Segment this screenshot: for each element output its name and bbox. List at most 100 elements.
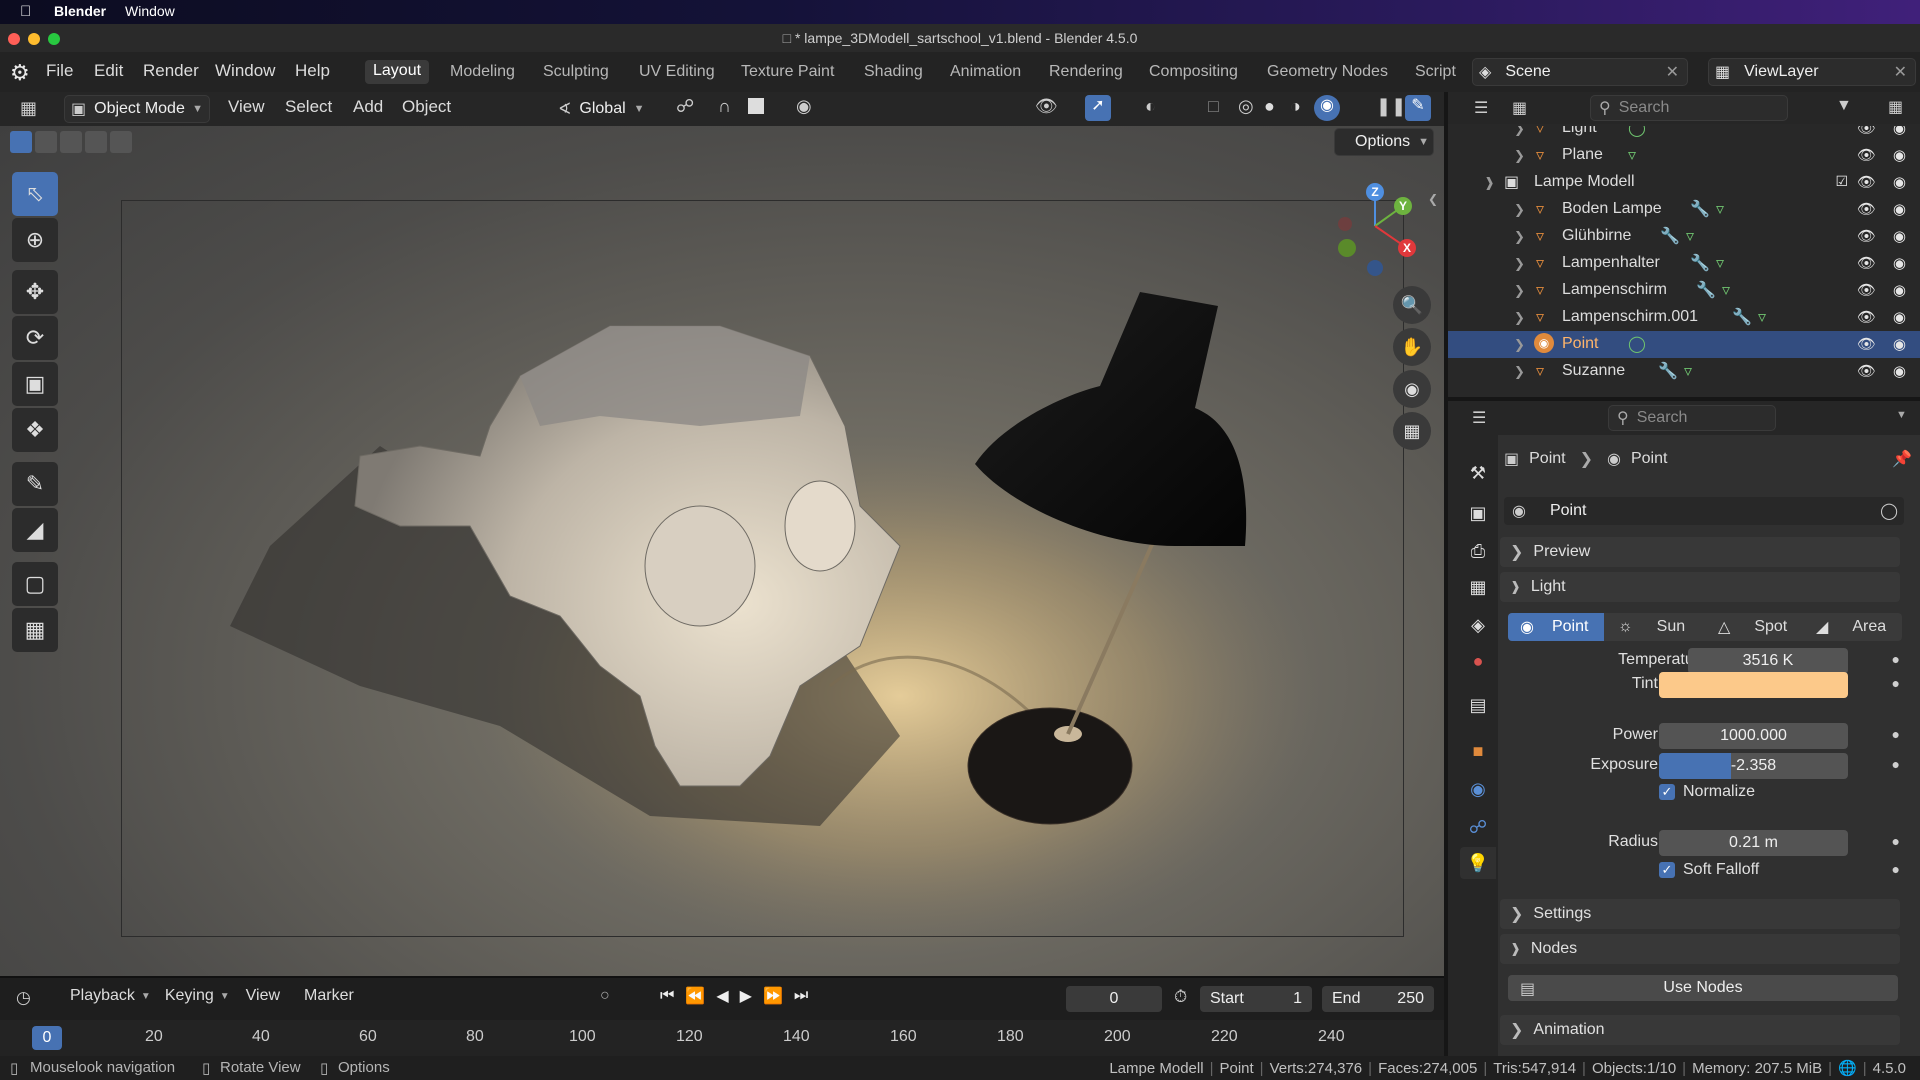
soft-falloff-checkbox[interactable]: ✓ Soft Falloff <box>1659 861 1759 879</box>
expand-arrow-icon[interactable]: ❯ <box>1514 310 1525 326</box>
transform-orientation-dropdown[interactable]: ∢ Global ▼ <box>558 96 645 122</box>
current-frame-field[interactable]: 0 <box>1066 986 1162 1012</box>
tab-texture-paint[interactable]: Texture Paint <box>741 63 834 81</box>
light-datablock-selector[interactable]: ◉ Point ◯ <box>1504 497 1904 525</box>
pause-render-icon[interactable]: ❚❚ <box>1376 96 1406 117</box>
outliner-row-gluehbirne[interactable]: ❯ ▿ Glühbirne 🔧 ▿ 👁 ◉ <box>1448 223 1920 250</box>
tab-sculpting[interactable]: Sculpting <box>543 63 609 81</box>
expand-arrow-icon[interactable]: ❯ <box>1514 256 1525 272</box>
tab-rendering[interactable]: Rendering <box>1049 63 1123 81</box>
collection-tab-icon[interactable]: ▤ <box>1460 689 1496 721</box>
power-field[interactable]: 1000.000 <box>1659 723 1848 749</box>
xray-icon[interactable]: □ <box>1208 96 1219 117</box>
panel-nodes[interactable]: ❱ Nodes <box>1500 934 1900 964</box>
eye-icon[interactable]: 👁 <box>1857 146 1876 164</box>
tab-uv-editing[interactable]: UV Editing <box>639 63 715 81</box>
scene-tab-icon[interactable]: ◈ <box>1460 609 1496 641</box>
playhead[interactable]: 0 <box>32 1026 62 1050</box>
eye-icon[interactable]: 👁 <box>1857 173 1876 191</box>
camera-icon[interactable]: ◉ <box>1893 362 1906 380</box>
light-type-spot[interactable]: △ Spot <box>1706 613 1802 641</box>
menu-marker[interactable]: Marker <box>304 987 354 1005</box>
view-layer-selector[interactable]: ▦ ViewLayer ✕ <box>1708 58 1916 86</box>
scene-selector[interactable]: ◈ Scene ✕ <box>1472 58 1688 86</box>
camera-icon[interactable]: ◉ <box>1893 173 1906 191</box>
perspective-grid-icon[interactable]: ▦ <box>1393 412 1431 450</box>
macos-window-menu[interactable]: Window <box>125 3 175 19</box>
menu-add[interactable]: Add <box>353 97 383 117</box>
jump-start-icon[interactable]: ⏮ <box>660 987 674 1005</box>
light-data-tab-icon[interactable]: 💡 <box>1460 847 1496 879</box>
outliner-row-plane[interactable]: ❯ ▿ Plane ▿ 👁 ◉ <box>1448 142 1920 169</box>
visibility-icon[interactable]: 👁 <box>1035 96 1058 117</box>
proportional-edit-icon[interactable]: ◉ <box>796 96 812 117</box>
snap-target-icon[interactable] <box>748 98 764 114</box>
eye-icon[interactable]: 👁 <box>1857 200 1876 218</box>
exclude-checkbox[interactable]: ☑ <box>1835 173 1848 190</box>
expand-arrow-icon[interactable]: ❯ <box>1514 283 1525 299</box>
panel-animation[interactable]: ❯ Animation <box>1500 1015 1900 1045</box>
expand-arrow-icon[interactable]: ❯ <box>1514 229 1525 245</box>
world-tab-icon[interactable]: ● <box>1460 645 1496 677</box>
camera-icon[interactable]: ◉ <box>1893 335 1906 353</box>
eye-icon[interactable]: 👁 <box>1857 227 1876 245</box>
tab-animation[interactable]: Animation <box>950 63 1021 81</box>
camera-view-icon[interactable]: ◉ <box>1393 370 1431 408</box>
camera-icon[interactable]: ◉ <box>1893 281 1906 299</box>
tab-geometry-nodes[interactable]: Geometry Nodes <box>1267 63 1388 81</box>
eye-icon[interactable]: 👁 <box>1857 281 1876 299</box>
rendered-shading-icon[interactable]: ◉ <box>1314 95 1340 121</box>
close-icon[interactable]: ✕ <box>1666 62 1679 82</box>
panel-preview[interactable]: ❯ Preview <box>1500 537 1900 567</box>
display-mode-icon[interactable]: ▦ <box>1512 98 1527 118</box>
zoom-icon[interactable]: 🔍 <box>1393 286 1431 324</box>
menu-view[interactable]: View <box>228 97 265 117</box>
apple-icon[interactable]:  <box>20 3 31 20</box>
camera-icon[interactable]: ◉ <box>1893 126 1906 137</box>
menu-keying[interactable]: Keying <box>165 987 214 1005</box>
radius-field[interactable]: 0.21 m <box>1659 830 1848 856</box>
temperature-field[interactable]: 3516 K <box>1688 648 1848 674</box>
tab-modeling[interactable]: Modeling <box>450 63 515 81</box>
expand-arrow-icon[interactable]: ❯ <box>1514 202 1525 218</box>
chevron-down-icon[interactable]: ▼ <box>1896 409 1907 421</box>
mode-dropdown[interactable]: ▣ Object Mode ▼ <box>64 95 210 123</box>
prev-keyframe-icon[interactable]: ⏪ <box>685 986 705 1006</box>
panel-settings[interactable]: ❯ Settings <box>1500 899 1900 929</box>
end-frame-field[interactable]: End 250 <box>1322 986 1434 1012</box>
tab-layout[interactable]: Layout <box>365 60 430 84</box>
light-type-point[interactable]: ◉ Point <box>1508 613 1604 641</box>
play-icon[interactable]: ▶ <box>740 986 752 1006</box>
outliner-row-light[interactable]: ❯ ▿ Light ◯ 👁 ◉ <box>1448 126 1920 142</box>
outliner-row-lampenhalter[interactable]: ❯ ▿ Lampenhalter 🔧 ▿ 👁 ◉ <box>1448 250 1920 277</box>
camera-icon[interactable]: ◉ <box>1893 254 1906 272</box>
tab-shading[interactable]: Shading <box>864 63 923 81</box>
frame-ruler[interactable]: 0 20 40 60 80 100 120 140 160 180 200 22… <box>0 1020 1444 1056</box>
jump-end-icon[interactable]: ⏭ <box>794 987 808 1005</box>
auto-keying-icon[interactable]: ○ <box>600 987 610 1005</box>
menu-select[interactable]: Select <box>285 97 332 117</box>
expand-arrow-icon[interactable]: ❯ <box>1514 126 1525 137</box>
properties-editor-type-icon[interactable]: ☰ <box>1472 408 1486 428</box>
camera-icon[interactable]: ◉ <box>1893 146 1906 164</box>
tool-tab-icon[interactable]: ⚒ <box>1460 457 1496 489</box>
solid-shading-icon[interactable]: ● <box>1264 96 1275 117</box>
menu-edit[interactable]: Edit <box>94 61 123 81</box>
eye-icon[interactable]: 👁 <box>1857 126 1876 137</box>
sidebar-toggle-icon[interactable]: ✎ <box>1405 95 1431 121</box>
orientation-gizmo[interactable]: Z Y X <box>1325 176 1425 276</box>
view-layer-tab-icon[interactable]: ▦ <box>1460 571 1496 603</box>
outliner-row-boden-lampe[interactable]: ❯ ▿ Boden Lampe 🔧 ▿ 👁 ◉ <box>1448 196 1920 223</box>
tab-compositing[interactable]: Compositing <box>1149 63 1238 81</box>
outliner-row-suzanne[interactable]: ❯ ▿ Suzanne 🔧 ▿ 👁 ◉ <box>1448 358 1920 385</box>
outliner-row-lampenschirm[interactable]: ❯ ▿ Lampenschirm 🔧 ▿ 👁 ◉ <box>1448 277 1920 304</box>
expand-arrow-icon[interactable]: ❯ <box>1514 148 1525 164</box>
blender-logo-icon[interactable]: ⚙ <box>10 60 30 86</box>
light-type-sun[interactable]: ☼ Sun <box>1606 613 1704 641</box>
gizmo-x-axis[interactable]: X <box>1398 239 1416 257</box>
physics-tab-icon[interactable]: ◉ <box>1460 773 1496 805</box>
menu-playback[interactable]: Playback <box>70 987 135 1005</box>
fake-user-shield-icon[interactable]: ◯ <box>1880 501 1898 521</box>
camera-icon[interactable]: ◉ <box>1893 308 1906 326</box>
light-type-area[interactable]: ◢ Area <box>1804 613 1902 641</box>
